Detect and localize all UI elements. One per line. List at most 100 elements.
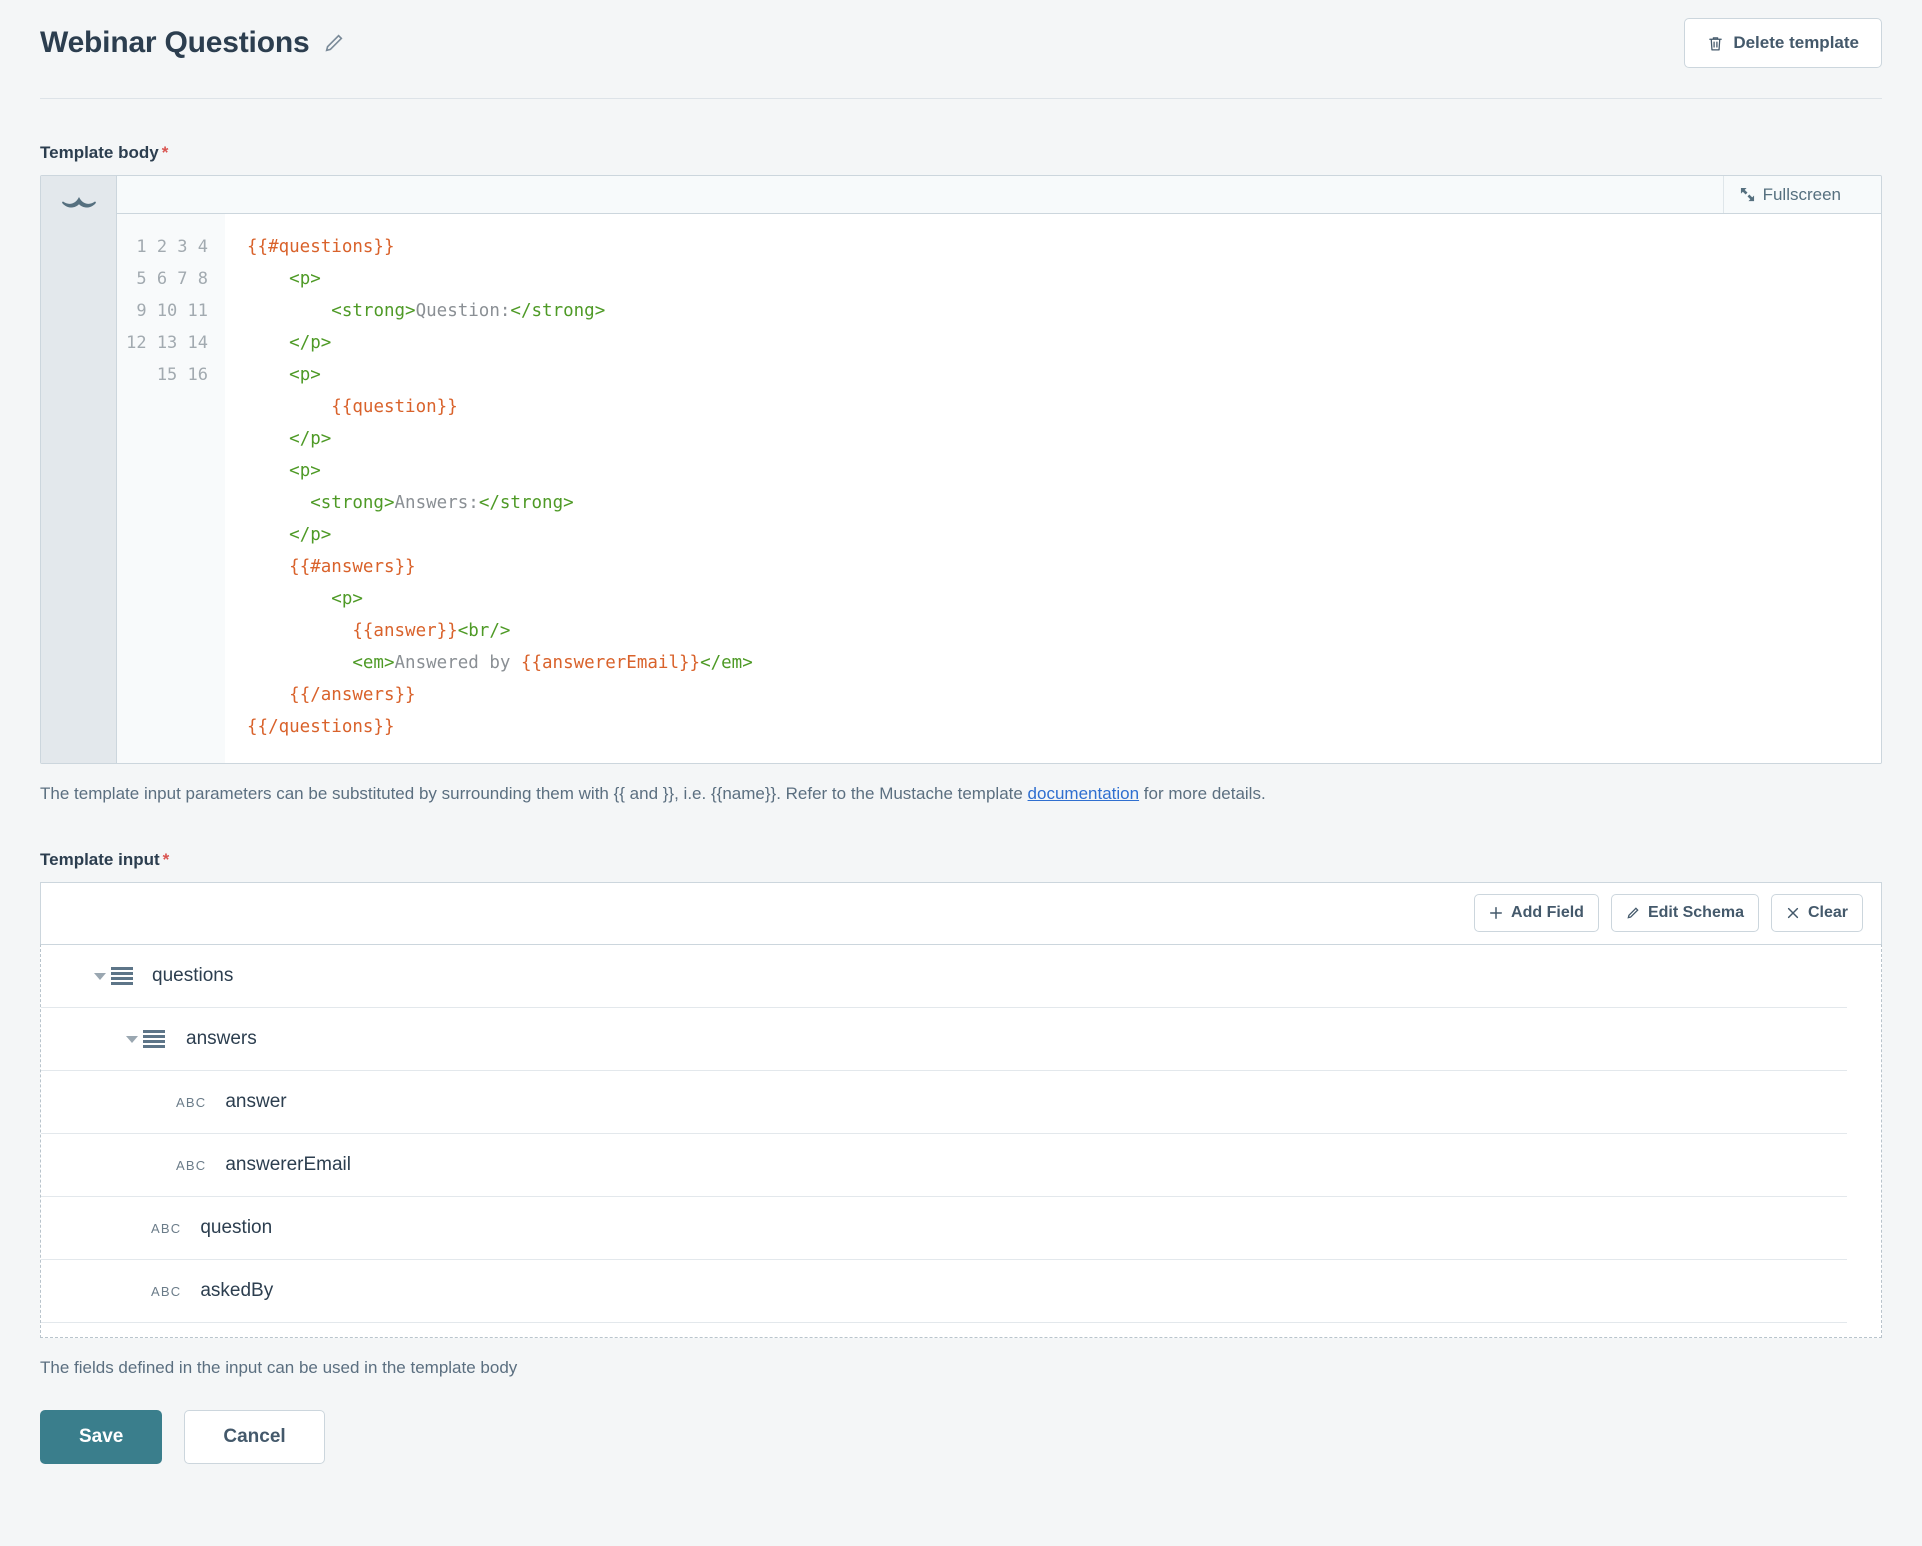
code-token-tag: </p> [289,429,332,449]
abc-icon: ABC [176,1157,207,1173]
code-line: </p> [247,327,1881,359]
code-line: <p> [247,359,1881,391]
code-line: {{answer}}<br/> [247,615,1881,647]
field-tree: questions answers ABC answer ABC answererEmai… [40,943,1882,1338]
abc-icon: ABC [176,1094,207,1110]
list-icon [111,967,133,986]
field-row[interactable]: answers [41,1008,1881,1071]
chevron-down-icon[interactable] [121,1028,143,1050]
code-editor[interactable]: Fullscreen 1 2 3 4 5 6 7 8 9 10 11 12 13… [40,175,1882,764]
code-token-mustache: {{/answers}} [289,685,416,705]
help-before-text: The template input parameters can be sub… [40,784,1028,803]
code-token-tag: <p> [289,269,321,289]
code-token-mustache: {{#answers}} [289,557,416,577]
code-line: <p> [247,263,1881,295]
fullscreen-button[interactable]: Fullscreen [1722,176,1855,213]
required-marker: * [161,143,169,162]
template-input-help: The fields defined in the input can be u… [40,1357,518,1377]
code-line: <em>Answered by {{answererEmail}}</em> [247,647,1881,679]
plus-icon [1489,906,1503,920]
code-token-mustache: {{answer}} [352,621,458,641]
code-line: {{#answers}} [247,551,1881,583]
editor-toolbar: Fullscreen [117,176,1881,214]
code-token-tag: <br/> [457,621,511,641]
trash-icon [1707,35,1724,52]
line-number-gutter: 1 2 3 4 5 6 7 8 9 10 11 12 13 14 15 16 [117,214,225,763]
delete-template-button[interactable]: Delete template [1684,18,1882,68]
code-token-tag: <em> [352,653,395,673]
field-row[interactable]: ABC answererEmail [41,1134,1881,1197]
documentation-link[interactable]: documentation [1028,784,1140,803]
code-token-tag: <p> [331,589,363,609]
code-line: {{/questions}} [247,711,1881,743]
title-group: Webinar Questions [40,18,345,59]
code-token-text: Answers: [394,493,479,513]
editor-rail [41,176,117,763]
code-token-tag: <strong> [310,493,395,513]
code-token-tag: </p> [289,333,332,353]
mustache-icon [61,194,97,216]
save-button[interactable]: Save [40,1409,163,1464]
fullscreen-label: Fullscreen [1762,184,1841,204]
clear-label: Clear [1807,904,1848,922]
code-content[interactable]: {{#questions}} <p> <strong>Question:</st… [225,214,1881,763]
field-name: answererEmail [225,1154,351,1176]
template-body-label: Template body * [40,143,1922,163]
template-input-toolbar: Add Field Edit Schema Clear [40,881,1882,944]
code-line: <p> [247,455,1881,487]
code-token-tag: </strong> [478,493,574,513]
code-token-mustache: {{#questions}} [247,237,395,257]
template-body-help: The template input parameters can be sub… [40,782,1882,806]
code-line: {{/answers}} [247,679,1881,711]
add-field-button[interactable]: Add Field [1474,894,1599,933]
template-input-panel: Add Field Edit Schema Clear questions ans… [40,881,1882,1338]
pencil-icon[interactable] [323,32,345,54]
field-name: askedBy [200,1280,274,1302]
template-input-label: Template input * [40,850,1922,870]
header-divider [40,98,1882,99]
code-token-tag: </strong> [510,301,606,321]
add-field-label: Add Field [1511,904,1584,922]
code-line: <strong>Answers:</strong> [247,487,1881,519]
field-row[interactable]: ABC answer [41,1071,1881,1134]
template-editor-page: Webinar Questions Delete template Templa… [0,0,1922,1546]
list-icon [143,1030,165,1049]
code-line: <strong>Question:</strong> [247,295,1881,327]
chevron-down-icon[interactable] [89,965,111,987]
code-area[interactable]: 1 2 3 4 5 6 7 8 9 10 11 12 13 14 15 16 {… [117,214,1881,763]
editor-main: Fullscreen 1 2 3 4 5 6 7 8 9 10 11 12 13… [117,176,1881,763]
code-token-mustache: {{answererEmail}} [520,653,701,673]
help-after-text: for more details. [1139,784,1266,803]
abc-icon: ABC [151,1283,182,1299]
delete-template-label: Delete template [1733,33,1859,52]
row-separator [41,1321,1847,1323]
field-name: questions [152,965,234,987]
edit-schema-button[interactable]: Edit Schema [1610,894,1759,933]
edit-schema-label: Edit Schema [1647,904,1744,922]
template-input-label-text: Template input [40,849,160,869]
field-row[interactable]: ABC question [41,1197,1881,1260]
code-line: {{question}} [247,391,1881,423]
field-name: question [200,1217,273,1239]
code-line: {{#questions}} [247,231,1881,263]
code-token-tag: </em> [700,653,753,673]
field-row[interactable]: questions [41,945,1881,1008]
cancel-button[interactable]: Cancel [184,1409,325,1464]
code-token-tag: <strong> [331,301,416,321]
code-token-mustache: {{/questions}} [247,717,395,737]
code-token-text: Answered by [394,653,521,673]
page-title: Webinar Questions [40,26,310,59]
page-header: Webinar Questions Delete template [0,0,1922,68]
abc-icon: ABC [151,1220,182,1236]
code-token-tag: </p> [289,525,332,545]
field-name: answer [225,1091,287,1113]
field-name: answers [186,1028,257,1050]
code-token-tag: <p> [289,365,321,385]
code-token-tag: <p> [289,461,321,481]
field-row[interactable]: ABC askedBy [41,1260,1881,1323]
close-icon [1786,906,1800,920]
code-line: <p> [247,583,1881,615]
code-token-mustache: {{question}} [331,397,458,417]
clear-button[interactable]: Clear [1770,894,1863,933]
code-line: </p> [247,423,1881,455]
